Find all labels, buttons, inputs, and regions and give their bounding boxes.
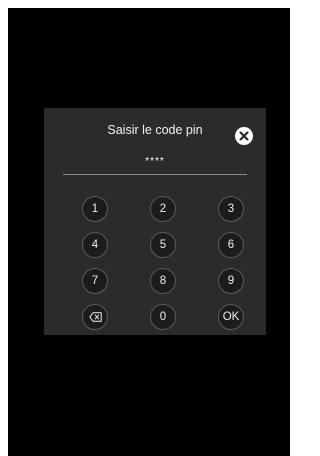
device-screen: Saisir le code pin **** 1 2 3 4 5 6 7 8 …	[8, 8, 290, 456]
dialog-title: Saisir le code pin	[107, 123, 203, 137]
key-1[interactable]: 1	[82, 196, 108, 222]
close-icon	[239, 131, 249, 141]
pin-entry-dialog: Saisir le code pin **** 1 2 3 4 5 6 7 8 …	[44, 108, 266, 335]
pin-underline	[63, 174, 247, 175]
ok-button[interactable]: OK	[218, 304, 244, 330]
key-9[interactable]: 9	[218, 268, 244, 294]
close-button[interactable]	[235, 127, 253, 145]
key-4[interactable]: 4	[82, 232, 108, 258]
pin-input[interactable]: ****	[44, 156, 266, 168]
key-2[interactable]: 2	[150, 196, 176, 222]
key-7[interactable]: 7	[82, 268, 108, 294]
key-3[interactable]: 3	[218, 196, 244, 222]
key-6[interactable]: 6	[218, 232, 244, 258]
key-8[interactable]: 8	[150, 268, 176, 294]
key-0[interactable]: 0	[150, 304, 176, 330]
backspace-button[interactable]	[82, 304, 108, 330]
key-5[interactable]: 5	[150, 232, 176, 258]
backspace-icon	[89, 312, 102, 322]
